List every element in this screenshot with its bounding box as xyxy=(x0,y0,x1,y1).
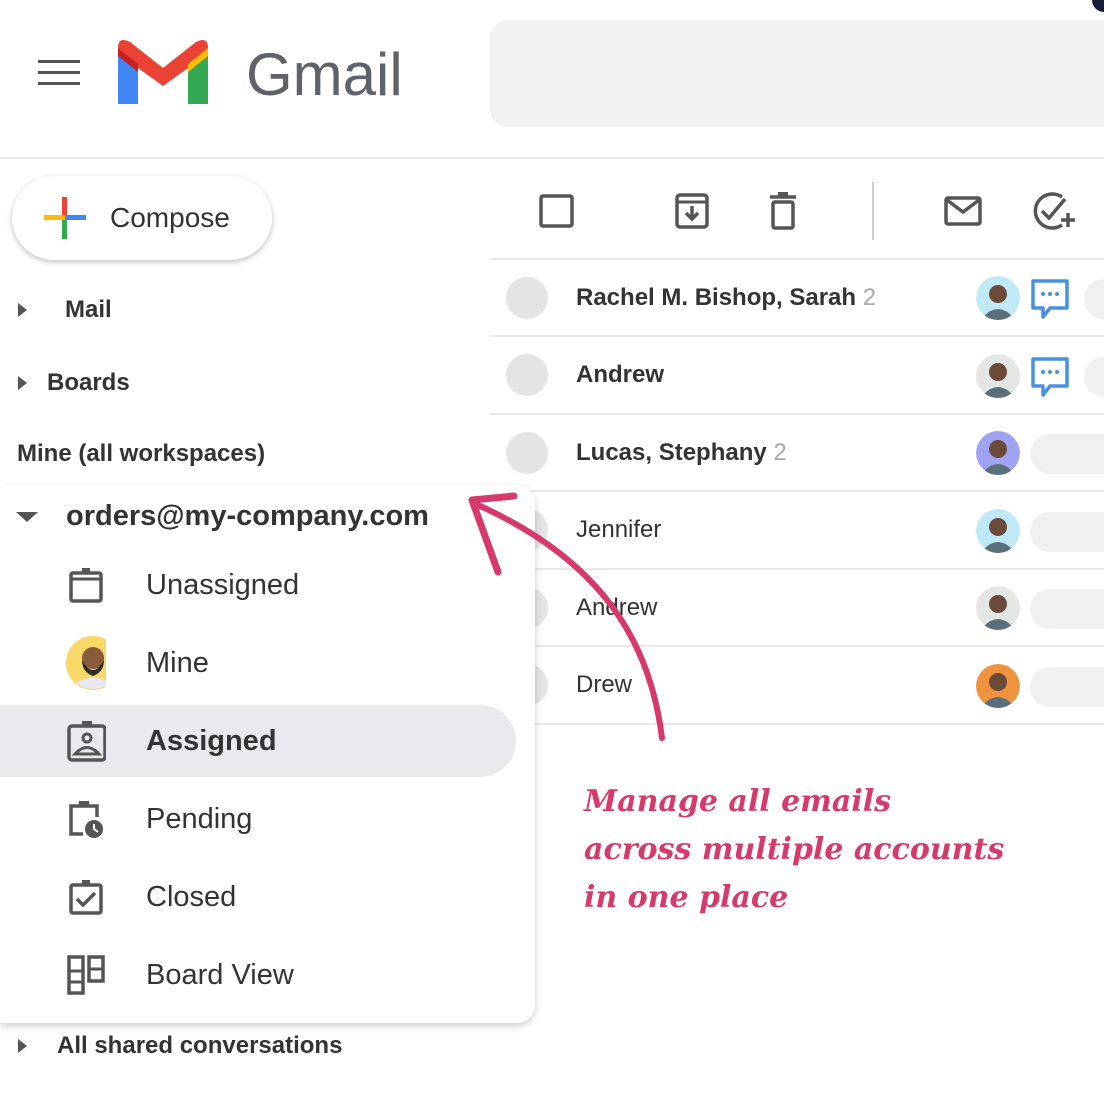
annotation-line-3: in one place xyxy=(584,880,789,915)
assignee-avatar xyxy=(976,431,1020,475)
assignee-avatar xyxy=(976,586,1020,630)
compose-button[interactable]: Compose xyxy=(12,176,272,260)
folder-label: Closed xyxy=(146,880,237,913)
folder-board-view[interactable]: Board View xyxy=(0,939,516,1011)
chat-icon[interactable] xyxy=(1030,356,1070,398)
thread-count: 2 xyxy=(773,438,787,466)
row-select-circle[interactable] xyxy=(506,354,548,396)
clipboard-clock-icon xyxy=(66,799,106,839)
account-email: orders@my-company.com xyxy=(66,500,429,532)
annotation-line-2: across multiple accounts xyxy=(584,832,1005,867)
gmail-brand: Gmail xyxy=(246,41,403,108)
email-row[interactable]: Rachel M. Bishop, Sarah 2 xyxy=(490,260,1104,337)
clipboard-check-icon xyxy=(66,877,106,917)
assignee-avatar xyxy=(976,276,1020,320)
folder-label: Unassigned xyxy=(146,568,300,601)
assignee-avatar xyxy=(976,353,1020,398)
caret-right-icon xyxy=(18,376,27,390)
email-sender: Drew xyxy=(576,671,633,698)
folder-label: Pending xyxy=(146,802,253,835)
folder-closed[interactable]: Closed xyxy=(0,861,516,933)
row-select-circle[interactable] xyxy=(506,431,548,474)
nav-boards[interactable]: Boards xyxy=(18,369,130,397)
annotation-line-1: Manage all emails xyxy=(584,784,892,819)
gmail-logo xyxy=(118,40,208,104)
delete-icon[interactable] xyxy=(768,192,798,230)
folder-pending[interactable]: Pending xyxy=(0,783,516,855)
toolbar-divider xyxy=(872,182,874,240)
section-heading: Mine (all workspaces) xyxy=(17,440,266,467)
assign-check-icon[interactable] xyxy=(1032,191,1078,231)
clipboard-icon xyxy=(66,565,106,605)
plus-icon xyxy=(44,197,86,239)
row-select-circle[interactable] xyxy=(506,276,548,319)
search-bar[interactable] xyxy=(490,20,1104,127)
label-pill xyxy=(1030,666,1104,707)
avatar xyxy=(66,636,106,690)
label-pill xyxy=(1030,589,1104,629)
header-divider xyxy=(0,157,1104,159)
assignee-avatar xyxy=(976,663,1020,708)
email-sender: Lucas, Stephany 2 xyxy=(576,438,787,466)
nav-mail[interactable]: Mail xyxy=(18,296,112,324)
email-row[interactable]: Andrew xyxy=(490,570,1104,647)
folder-unassigned[interactable]: Unassigned xyxy=(0,549,516,621)
folder-label: Assigned xyxy=(146,724,277,757)
caret-right-icon xyxy=(18,303,27,317)
compose-label: Compose xyxy=(110,202,230,233)
email-sender: Andrew xyxy=(576,361,665,388)
email-row[interactable]: Andrew xyxy=(490,338,1104,415)
folder-assigned[interactable]: Assigned xyxy=(0,705,516,777)
email-sender: Rachel M. Bishop, Sarah 2 xyxy=(576,283,877,311)
caret-right-icon xyxy=(18,1039,27,1053)
label-pill xyxy=(1030,434,1104,474)
annotation-text: Manage all emails across multiple accoun… xyxy=(584,778,1084,922)
caret-down-icon xyxy=(16,511,38,522)
email-sender: Jennifer xyxy=(576,516,662,543)
account-toggle[interactable]: orders@my-company.com xyxy=(16,500,429,533)
board-icon xyxy=(66,955,106,995)
archive-icon[interactable] xyxy=(674,192,710,230)
mail-icon[interactable] xyxy=(943,195,983,227)
nav-shared-label: All shared conversations xyxy=(57,1032,343,1059)
folder-label: Board View xyxy=(146,958,294,991)
nav-boards-label: Boards xyxy=(47,369,130,396)
folder-label: Mine xyxy=(146,646,209,679)
folder-mine[interactable]: Mine xyxy=(0,627,516,699)
assigned-badge-icon xyxy=(66,721,106,762)
select-checkbox-icon[interactable] xyxy=(538,193,576,229)
nav-mail-label: Mail xyxy=(65,296,112,323)
nav-shared[interactable]: All shared conversations xyxy=(18,1032,342,1060)
chat-icon[interactable] xyxy=(1030,278,1070,320)
menu-icon[interactable] xyxy=(38,60,80,88)
email-sender: Andrew xyxy=(576,593,658,621)
email-row[interactable]: Jennifer xyxy=(490,493,1104,570)
email-row[interactable]: Drew xyxy=(490,648,1104,725)
thread-count: 2 xyxy=(862,283,877,311)
assignee-avatar xyxy=(976,508,1020,553)
corner-decoration xyxy=(1092,0,1104,12)
email-row[interactable]: Lucas, Stephany 2 xyxy=(490,415,1104,492)
label-pill xyxy=(1030,511,1104,552)
